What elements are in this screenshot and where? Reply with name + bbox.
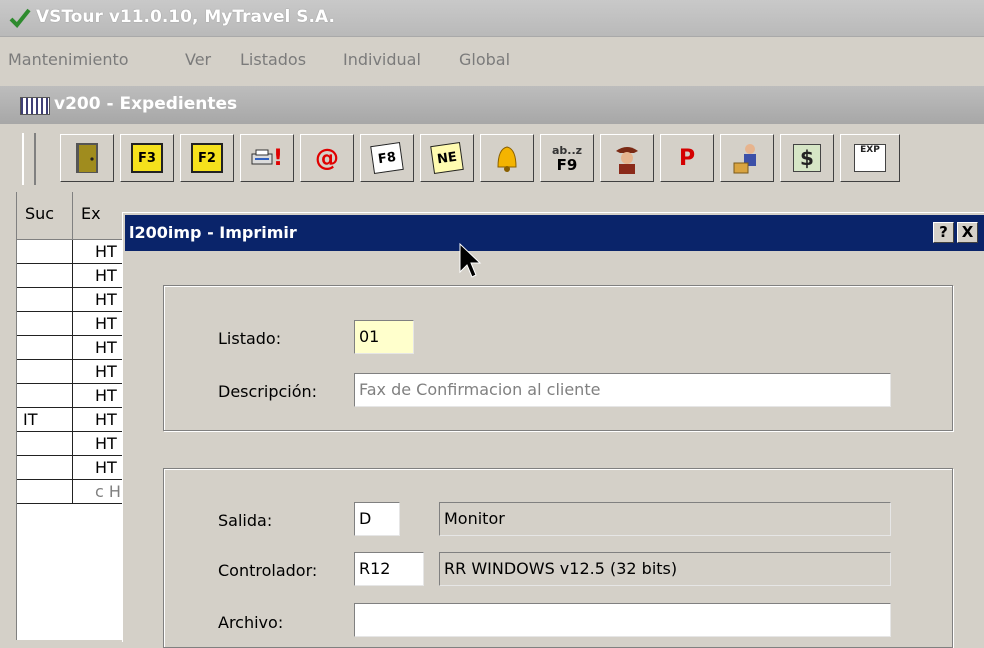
menu-mantenimiento[interactable]: Mantenimiento xyxy=(8,50,129,69)
door-exit-icon xyxy=(76,143,98,173)
menu-listados[interactable]: Listados xyxy=(240,50,306,69)
listado-input[interactable]: 01 xyxy=(354,320,414,354)
exit-button[interactable] xyxy=(60,134,114,182)
menu-individual[interactable]: Individual xyxy=(343,50,421,69)
toolbar: F3 F2 ! @ F8 NE ab..z F9 P $ EXP xyxy=(0,125,984,191)
ne-note-icon: NE xyxy=(430,142,464,174)
listado-group: Listado: 01 Descripción: Fax de Confirma… xyxy=(163,285,953,431)
parking-button[interactable]: P xyxy=(660,134,714,182)
archivo-input[interactable] xyxy=(354,603,891,637)
email-icon: @ xyxy=(315,144,339,172)
f2-button[interactable]: F2 xyxy=(180,134,234,182)
controlador-code-input[interactable]: R12 xyxy=(354,552,424,586)
close-button[interactable]: X xyxy=(957,222,978,243)
dialog-title: l200imp - Imprimir xyxy=(129,223,297,242)
salida-description: Monitor xyxy=(439,502,891,536)
ne-button[interactable]: NE xyxy=(420,134,474,182)
agent-button[interactable] xyxy=(600,134,654,182)
toolbar-grip[interactable] xyxy=(22,133,36,185)
print-button[interactable]: ! xyxy=(240,134,294,182)
descripcion-field[interactable]: Fax de Confirmacion al cliente xyxy=(354,373,891,407)
f8-note-icon: F8 xyxy=(370,142,404,174)
sort-f9-button[interactable]: ab..z F9 xyxy=(540,134,594,182)
export-button[interactable]: EXP xyxy=(840,134,900,182)
app-title: VSTour v11.0.10, MyTravel S.A. xyxy=(36,7,335,27)
print-dialog: l200imp - Imprimir ? X Listado: 01 Descr… xyxy=(122,212,984,648)
menu-ver[interactable]: Ver xyxy=(185,50,211,69)
salida-group: Salida: D Monitor Controlador: R12 RR WI… xyxy=(163,468,953,648)
bell-icon xyxy=(497,146,517,172)
column-header-suc[interactable]: Suc xyxy=(17,192,73,240)
f8-button[interactable]: F8 xyxy=(360,134,414,182)
f2-key-icon: F2 xyxy=(191,143,223,173)
export-chart-icon: EXP xyxy=(854,144,886,172)
f3-key-icon: F3 xyxy=(131,143,163,173)
help-button[interactable]: ? xyxy=(933,222,954,243)
listado-label: Listado: xyxy=(218,329,282,348)
child-window-title-bar: v200 - Expedientes xyxy=(0,86,984,124)
archivo-label: Archivo: xyxy=(218,613,284,632)
app-title-bar: VSTour v11.0.10, MyTravel S.A. xyxy=(0,0,984,37)
dialog-title-bar[interactable]: l200imp - Imprimir ? X xyxy=(125,215,984,251)
parking-doc-icon: P xyxy=(678,145,696,171)
mouse-cursor-icon xyxy=(459,242,482,278)
print-alert-icon: ! xyxy=(250,141,284,175)
salida-label: Salida: xyxy=(218,511,273,530)
sort-az-f9-icon: ab..z F9 xyxy=(551,144,583,174)
menu-bar: Mantenimiento Ver Listados Individual Gl… xyxy=(0,37,984,85)
email-button[interactable]: @ xyxy=(300,134,354,182)
person-box-icon xyxy=(733,144,756,174)
child-window-title: v200 - Expedientes xyxy=(54,94,238,114)
menu-global[interactable]: Global xyxy=(459,50,510,69)
person-button[interactable] xyxy=(720,134,774,182)
checkmark-icon xyxy=(9,8,31,28)
bell-button[interactable] xyxy=(480,134,534,182)
salida-code-input[interactable]: D xyxy=(354,502,400,536)
agent-icon xyxy=(616,147,638,174)
money-table-icon: $ xyxy=(793,144,821,172)
controlador-label: Controlador: xyxy=(218,561,318,580)
descripcion-label: Descripción: xyxy=(218,382,318,401)
money-button[interactable]: $ xyxy=(780,134,834,182)
controlador-description: RR WINDOWS v12.5 (32 bits) xyxy=(439,552,891,586)
grid-window-icon xyxy=(20,97,50,115)
f3-button[interactable]: F3 xyxy=(120,134,174,182)
